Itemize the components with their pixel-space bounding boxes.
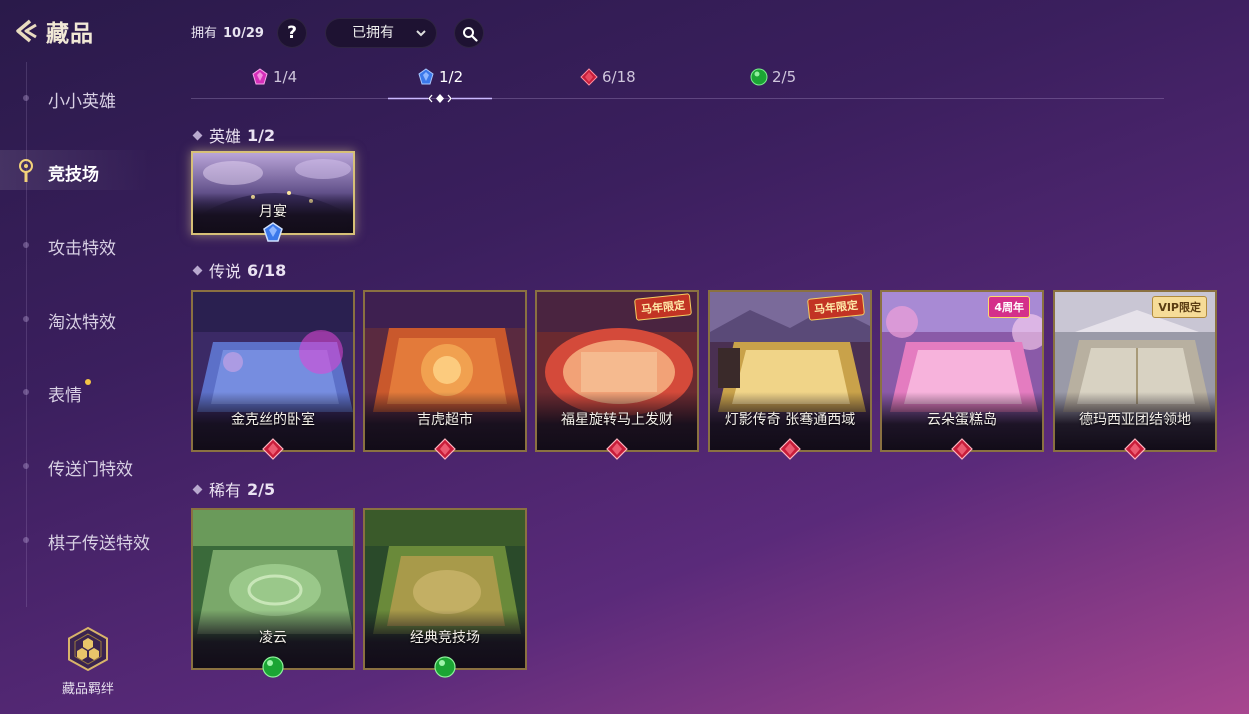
arena-name: 吉虎超市: [417, 412, 473, 428]
sidebar-item-arena[interactable]: 竞技场: [48, 160, 99, 185]
sidebar-dot: [23, 463, 29, 469]
blue-gem-icon: [418, 68, 434, 85]
arena-icon: [19, 159, 33, 182]
tab-rarity-green[interactable]: 2/5: [750, 68, 796, 86]
owned-count: 10/29: [223, 26, 264, 41]
section-title-legend: 传说 6/18: [192, 258, 287, 282]
sidebar-dot: [23, 389, 29, 395]
arena-card[interactable]: 4周年 云朵蛋糕岛: [880, 290, 1044, 460]
active-tab-indicator: [388, 94, 492, 103]
page-title: 藏品: [46, 21, 94, 47]
vip-badge: VIP限定: [1152, 296, 1207, 318]
section-diamond-icon: [192, 265, 203, 275]
red-gem-icon: [951, 438, 973, 460]
arena-card[interactable]: 经典竞技场: [363, 508, 527, 678]
sidebar-dot: [23, 537, 29, 543]
arena-name: 云朵蛋糕岛: [927, 412, 997, 428]
arena-card[interactable]: 凌云: [191, 508, 355, 678]
red-gem-icon: [434, 438, 456, 460]
collection-bond-label: 藏品羁绊: [61, 682, 114, 697]
section-title-rare: 稀有 2/5: [192, 477, 276, 501]
arena-card[interactable]: 马年限定 灯影传奇 张骞通西域: [708, 290, 872, 460]
ownership-filter-dropdown[interactable]: 已拥有: [325, 18, 437, 48]
sidebar-item-portal-effects[interactable]: 传送门特效: [48, 455, 133, 480]
arena-name: 德玛西亚团结领地: [1079, 412, 1191, 428]
sidebar-item-emotes[interactable]: 表情: [48, 381, 82, 406]
tab-rarity-purple[interactable]: 1/4: [251, 68, 297, 86]
filter-value: 已拥有: [352, 25, 394, 41]
arena-name: 凌云: [259, 630, 287, 646]
section-diamond-icon: [192, 130, 203, 140]
arena-name: 金克丝的卧室: [231, 412, 315, 428]
red-gem-icon: [1124, 438, 1146, 460]
section-title-hero: 英雄 1/2: [192, 123, 276, 147]
purple-gem-icon: [252, 68, 268, 85]
red-gem-icon: [262, 438, 284, 460]
section-title-text: 稀有: [209, 481, 242, 500]
sidebar-divider: [26, 62, 27, 607]
sidebar-dot: [23, 95, 29, 101]
back-button[interactable]: 藏品: [12, 14, 94, 48]
sidebar-dot: [23, 242, 29, 248]
arena-card[interactable]: 月宴: [191, 151, 355, 242]
arena-name: 福星旋转马上发财: [561, 412, 673, 428]
tab-count: 1/4: [273, 68, 298, 86]
tab-rarity-blue[interactable]: 1/2: [417, 68, 463, 86]
chevron-down-icon: [416, 30, 426, 37]
arena-card[interactable]: 吉虎超市: [363, 290, 527, 460]
tab-rarity-red[interactable]: 6/18: [580, 68, 636, 86]
red-gem-icon: [580, 68, 598, 86]
green-gem-icon: [434, 656, 456, 678]
blue-gem-icon: [263, 222, 283, 242]
section-count: 6/18: [247, 260, 287, 280]
arena-name: 灯影传奇 张骞通西域: [724, 412, 856, 428]
owned-counter: 拥有 10/29: [191, 22, 264, 41]
tab-count: 1/2: [439, 68, 464, 86]
sidebar-dot: [23, 316, 29, 322]
back-arrow-icon: [12, 17, 40, 45]
section-title-text: 英雄: [209, 127, 242, 146]
arena-card[interactable]: 金克丝的卧室: [191, 290, 355, 460]
section-diamond-icon: [192, 484, 203, 494]
arena-card[interactable]: VIP限定 德玛西亚团结领地: [1053, 290, 1217, 460]
red-gem-icon: [779, 438, 801, 460]
sidebar-item-piece-teleport-effects[interactable]: 棋子传送特效: [48, 529, 150, 554]
tab-count: 2/5: [772, 68, 797, 86]
hexagon-bond-icon: [68, 626, 108, 672]
red-gem-icon: [606, 438, 628, 460]
owned-label: 拥有: [191, 26, 218, 41]
section-title-text: 传说: [209, 262, 242, 281]
tabs-divider: [191, 98, 1164, 99]
search-icon: [463, 27, 478, 42]
sidebar-item-attack-effects[interactable]: 攻击特效: [48, 234, 116, 259]
sidebar-item-elimination-effects[interactable]: 淘汰特效: [48, 308, 116, 333]
arena-name: 月宴: [259, 204, 287, 220]
anniversary-badge: 4周年: [988, 296, 1030, 318]
section-count: 2/5: [247, 479, 276, 499]
green-gem-icon: [262, 656, 284, 678]
green-gem-icon: [750, 68, 768, 86]
tab-count: 6/18: [602, 68, 636, 86]
arena-card[interactable]: 马年限定 福星旋转马上发财: [535, 290, 699, 460]
new-indicator-dot: [85, 379, 91, 385]
sidebar-item-little-legends[interactable]: 小小英雄: [48, 87, 116, 112]
help-button[interactable]: ?: [277, 18, 307, 48]
search-button[interactable]: [454, 18, 484, 48]
arena-name: 经典竞技场: [410, 630, 480, 646]
collection-bond-button[interactable]: 藏品羁绊: [58, 626, 118, 697]
section-count: 1/2: [247, 125, 276, 145]
